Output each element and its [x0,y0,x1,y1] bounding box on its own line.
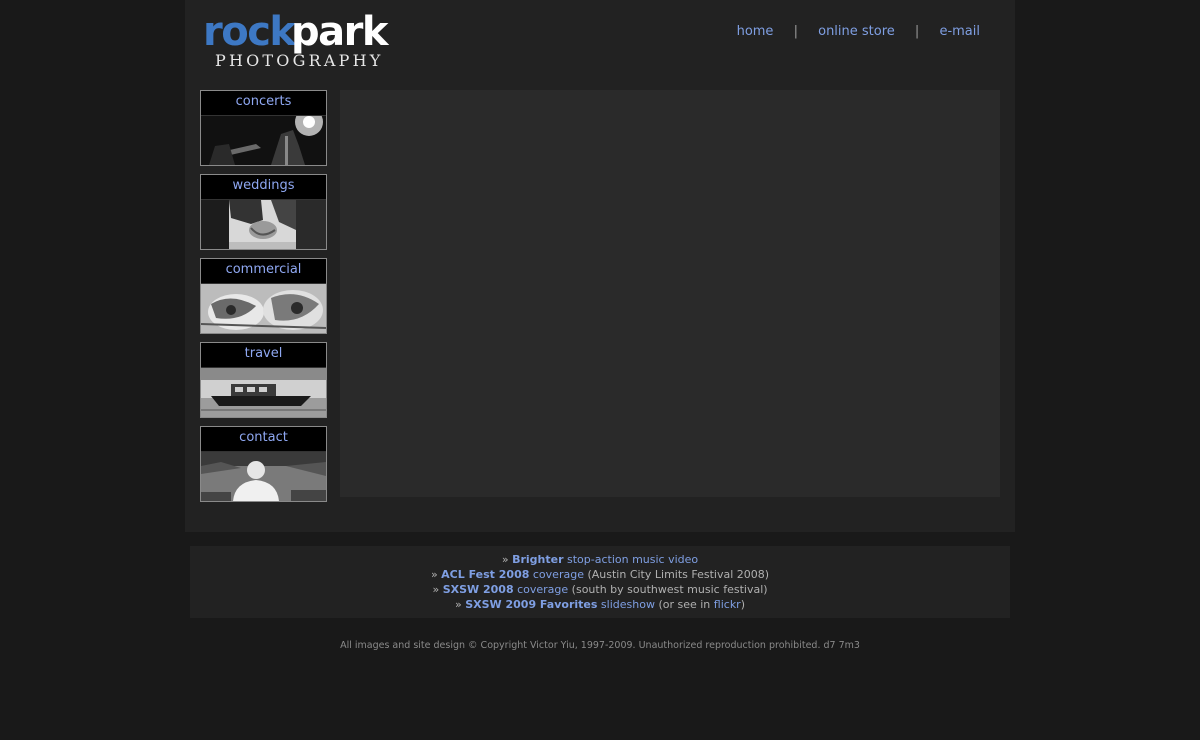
link-description: (or see in [654,598,714,611]
nav-separator: | [793,24,798,39]
sidebar-item-label: contact [201,427,326,452]
link-description: ) [740,598,746,611]
nav-online-store-link[interactable]: online store [818,24,895,39]
category-sidebar: concerts weddings commercial travel cont… [200,90,327,510]
page-shell: rock park PHOTOGRAPHY home | online stor… [185,0,1015,532]
list-item: » SXSW 2008 coverage (south by southwest… [190,582,1010,597]
logo-subtitle: PHOTOGRAPHY [215,51,384,70]
link-text: coverage [529,568,584,581]
list-item: » Brighter stop-action music video [190,552,1010,567]
boat-harbor-photo [201,368,326,417]
flickr-link[interactable]: flickr [714,598,741,611]
sidebar-item-weddings[interactable]: weddings [200,174,327,250]
sidebar-item-commercial[interactable]: commercial [200,258,327,334]
concert-guitarist-photo [201,116,326,165]
sidebar-item-label: travel [201,343,326,368]
link-bullet: » [501,553,513,566]
sxsw-2008-link[interactable]: SXSW 2008 coverage [443,583,568,596]
link-title: SXSW 2009 Favorites [465,598,598,611]
logo-word-rock: rock [203,9,296,55]
sidebar-item-concerts[interactable]: concerts [200,90,327,166]
nav-home-link[interactable]: home [737,24,774,39]
link-description: (Austin City Limits Festival 2008) [583,568,770,581]
main-content-panel [340,90,1000,497]
sidebar-item-contact[interactable]: contact [200,426,327,502]
list-item: » SXSW 2009 Favorites slideshow (or see … [190,597,1010,612]
site-logo[interactable]: rock park PHOTOGRAPHY [203,9,403,72]
link-text: coverage [513,583,569,596]
copyright-notice: All images and site design © Copyright V… [340,640,860,651]
sidebar-item-label: concerts [201,91,326,116]
link-bullet: » [432,583,443,596]
list-item: » ACL Fest 2008 coverage (Austin City Li… [190,567,1010,582]
link-text: stop-action music video [563,553,699,566]
link-bullet: » [454,598,466,611]
link-title: SXSW 2008 [442,583,514,596]
link-bullet: » [430,568,442,581]
acl-fest-2008-link[interactable]: ACL Fest 2008 coverage [441,568,584,581]
nav-email-link[interactable]: e-mail [939,24,980,39]
featured-links-box: » Brighter stop-action music video » ACL… [190,546,1010,618]
logo-word-park: park [291,9,388,55]
sxsw-2009-favorites-link[interactable]: SXSW 2009 Favorites slideshow [465,598,655,611]
sidebar-item-label: commercial [201,259,326,284]
brighter-link[interactable]: Brighter stop-action music video [512,553,698,566]
nav-separator: | [914,24,920,39]
top-nav: home | online store | e-mail [737,24,980,39]
portrait-photo [201,452,326,501]
sidebar-item-travel[interactable]: travel [200,342,327,418]
link-description: (south by southwest music festival) [568,583,768,596]
food-plate-photo [201,284,326,333]
link-text: slideshow [597,598,655,611]
wedding-hands-photo [201,200,326,249]
link-title: Brighter [512,553,564,566]
sidebar-item-label: weddings [201,175,326,200]
link-title: ACL Fest 2008 [441,568,530,581]
